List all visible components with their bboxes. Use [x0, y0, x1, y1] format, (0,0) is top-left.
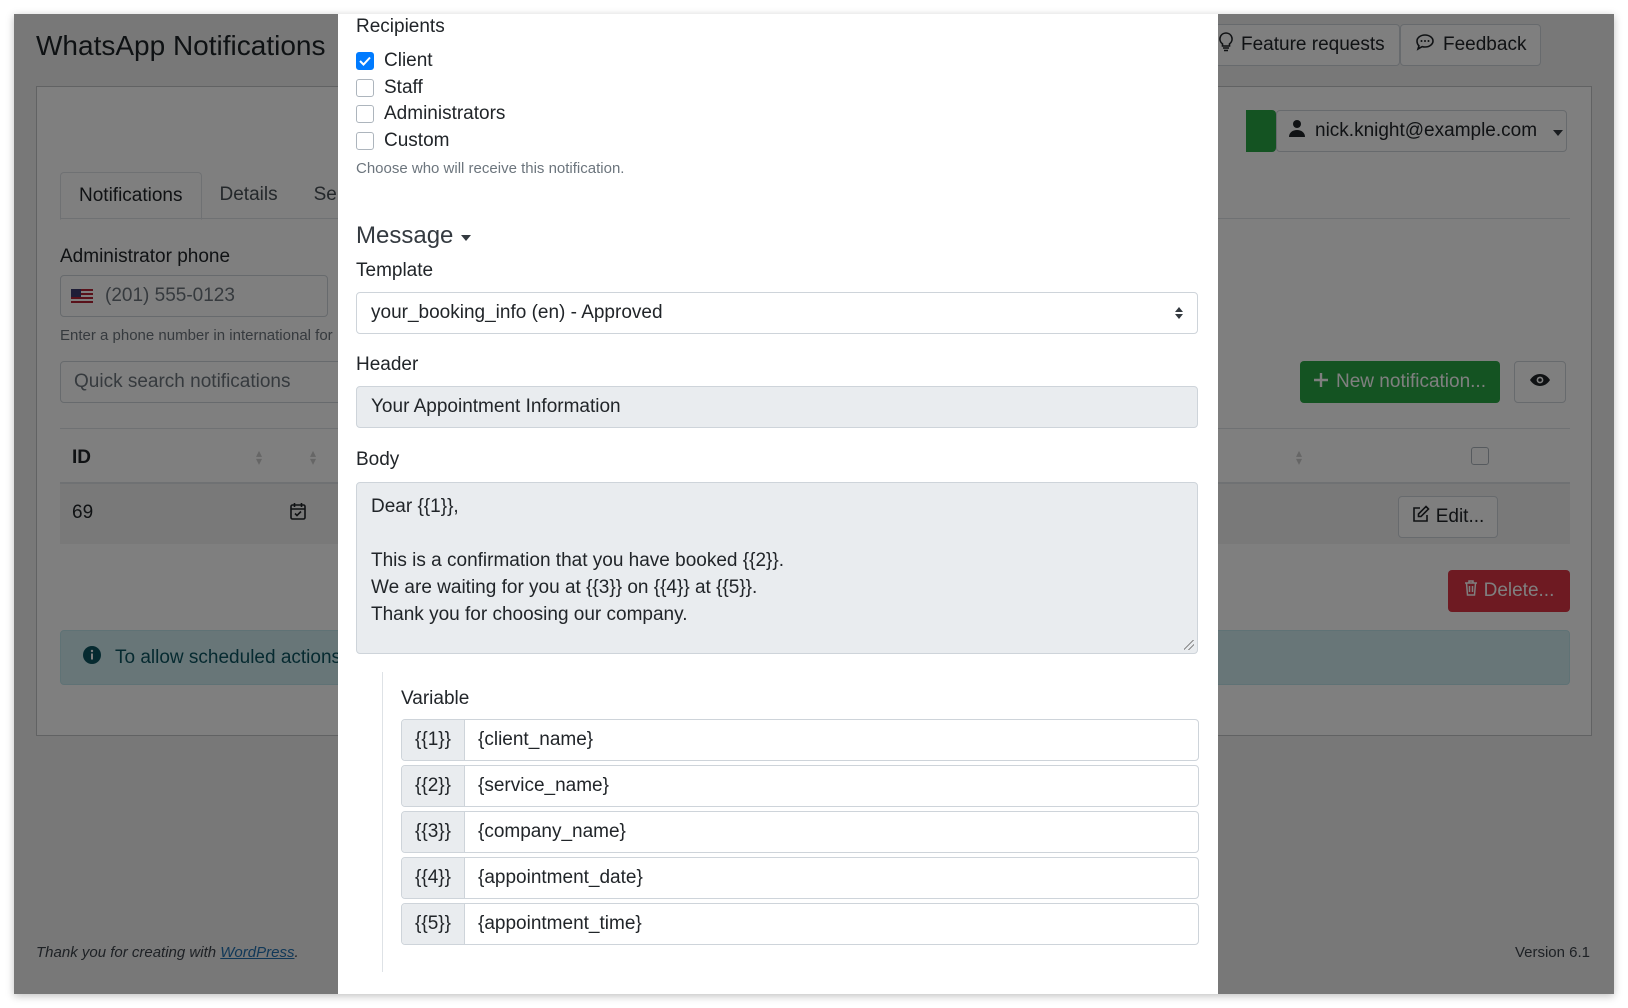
variable-key: {{4}}: [402, 858, 465, 898]
caret-down-icon: [461, 235, 472, 241]
variable-row: {{1}} {client_name}: [401, 719, 1199, 761]
custom-label[interactable]: Custom: [384, 130, 449, 152]
body-textarea: Dear {{1}}, This is a confirmation that …: [356, 482, 1198, 654]
resize-handle-icon[interactable]: [1184, 640, 1194, 650]
variable-row: {{5}} {appointment_time}: [401, 903, 1199, 945]
recipient-custom[interactable]: Custom: [356, 130, 449, 152]
template-value: your_booking_info (en) - Approved: [371, 302, 663, 323]
variable-key: {{3}}: [402, 812, 465, 852]
body-line: Dear {{1}},: [371, 496, 459, 517]
variable-row: {{4}} {appointment_date}: [401, 857, 1199, 899]
client-label[interactable]: Client: [384, 50, 433, 72]
variable-row: {{3}} {company_name}: [401, 811, 1199, 853]
header-field: Your Appointment Information: [356, 386, 1198, 428]
variables-block: Variable {{1}} {client_name} {{2}} {serv…: [382, 672, 1199, 972]
header-label: Header: [356, 354, 419, 375]
body-line: This is a confirmation that you have boo…: [371, 550, 784, 571]
staff-checkbox[interactable]: [356, 79, 374, 97]
select-arrows-icon: [1175, 307, 1183, 319]
variable-value-input[interactable]: {client_name}: [465, 720, 1198, 760]
client-checkbox[interactable]: [356, 52, 374, 70]
variable-value-input[interactable]: {appointment_time}: [465, 904, 1198, 944]
variable-key: {{2}}: [402, 766, 465, 806]
administrators-label[interactable]: Administrators: [384, 103, 505, 125]
app-window: WhatsApp Notifications Feature requests …: [14, 14, 1614, 994]
staff-label[interactable]: Staff: [384, 77, 423, 99]
variable-label: Variable: [401, 688, 470, 709]
variable-key: {{1}}: [402, 720, 465, 760]
message-title: Message: [356, 222, 454, 249]
notification-modal: Recipients Client Staff Administrators C…: [338, 14, 1218, 994]
recipient-administrators[interactable]: Administrators: [356, 103, 505, 125]
body-line: Thank you for choosing our company.: [371, 604, 688, 625]
recipient-staff[interactable]: Staff: [356, 77, 423, 99]
recipient-client[interactable]: Client: [356, 50, 433, 72]
template-select[interactable]: your_booking_info (en) - Approved: [356, 292, 1198, 334]
variable-row: {{2}} {service_name}: [401, 765, 1199, 807]
variable-value-input[interactable]: {service_name}: [465, 766, 1198, 806]
custom-checkbox[interactable]: [356, 132, 374, 150]
body-label: Body: [356, 449, 400, 470]
body-line: We are waiting for you at {{3}} on {{4}}…: [371, 577, 758, 598]
recipients-label: Recipients: [356, 16, 445, 37]
variable-value-input[interactable]: {appointment_date}: [465, 858, 1198, 898]
variable-value-input[interactable]: {company_name}: [465, 812, 1198, 852]
body-line: [371, 520, 1183, 547]
administrators-checkbox[interactable]: [356, 105, 374, 123]
message-section-toggle[interactable]: Message: [356, 222, 472, 250]
template-label: Template: [356, 260, 434, 281]
recipients-help: Choose who will receive this notificatio…: [356, 160, 625, 177]
variable-key: {{5}}: [402, 904, 465, 944]
header-value: Your Appointment Information: [371, 396, 621, 417]
